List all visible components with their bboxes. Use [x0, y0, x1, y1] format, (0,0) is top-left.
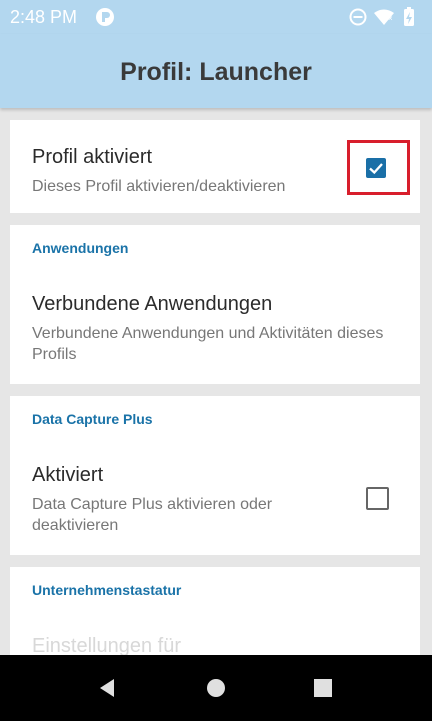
profile-enabled-summary: Dieses Profil aktivieren/deaktivieren	[32, 178, 286, 195]
app-notification-icon	[95, 7, 115, 27]
data-capture-plus-summary: Data Capture Plus aktivieren oder deakti…	[32, 496, 273, 534]
recents-square-icon	[314, 679, 332, 697]
wifi-icon: ×	[374, 9, 394, 25]
data-capture-plus-checkbox[interactable]	[366, 487, 389, 510]
profile-enabled-title: Profil aktiviert	[32, 146, 153, 168]
data-capture-plus-section: Data Capture Plus Aktiviert Data Capture…	[10, 396, 420, 555]
status-icons: ×	[348, 7, 418, 27]
back-triangle-icon	[100, 679, 114, 697]
enterprise-keyboard-section: Unternehmenstastatur Einstellungen für	[10, 567, 420, 655]
connected-apps-title: Verbundene Anwendungen	[32, 293, 273, 315]
navigation-bar	[0, 655, 432, 721]
svg-text:×: ×	[388, 14, 393, 23]
preferences-list[interactable]: Profil aktiviert Dieses Profil aktiviere…	[0, 108, 432, 655]
applications-header: Anwendungen	[32, 240, 129, 256]
recents-button[interactable]	[307, 672, 339, 704]
back-button[interactable]	[92, 672, 124, 704]
check-icon	[369, 163, 383, 175]
connected-apps-summary: Verbundene Anwendungen und Aktivitäten d…	[32, 325, 384, 363]
data-capture-plus-title: Aktiviert	[32, 464, 104, 486]
profile-enabled-preference[interactable]: Profil aktiviert Dieses Profil aktiviere…	[10, 120, 420, 213]
applications-section: Anwendungen Verbundene Anwendungen Verbu…	[10, 225, 420, 384]
do-not-disturb-icon	[349, 8, 367, 26]
app-bar: Profil: Launcher	[0, 34, 432, 108]
home-circle-icon	[207, 679, 225, 697]
page-title: Profil: Launcher	[120, 58, 312, 86]
data-capture-plus-header: Data Capture Plus	[32, 411, 153, 427]
status-time: 2:48 PM	[10, 7, 78, 27]
status-bar: 2:48 PM ×	[0, 0, 432, 34]
home-button[interactable]	[200, 672, 232, 704]
battery-icon	[404, 7, 414, 26]
data-capture-plus-preference[interactable]: Aktiviert Data Capture Plus aktivieren o…	[10, 446, 420, 546]
profile-enabled-checkbox[interactable]	[366, 158, 386, 178]
keyboard-settings-title[interactable]: Einstellungen für	[32, 635, 181, 655]
enterprise-keyboard-header: Unternehmenstastatur	[32, 582, 182, 598]
connected-apps-preference[interactable]: Verbundene Anwendungen Verbundene Anwend…	[10, 275, 420, 375]
